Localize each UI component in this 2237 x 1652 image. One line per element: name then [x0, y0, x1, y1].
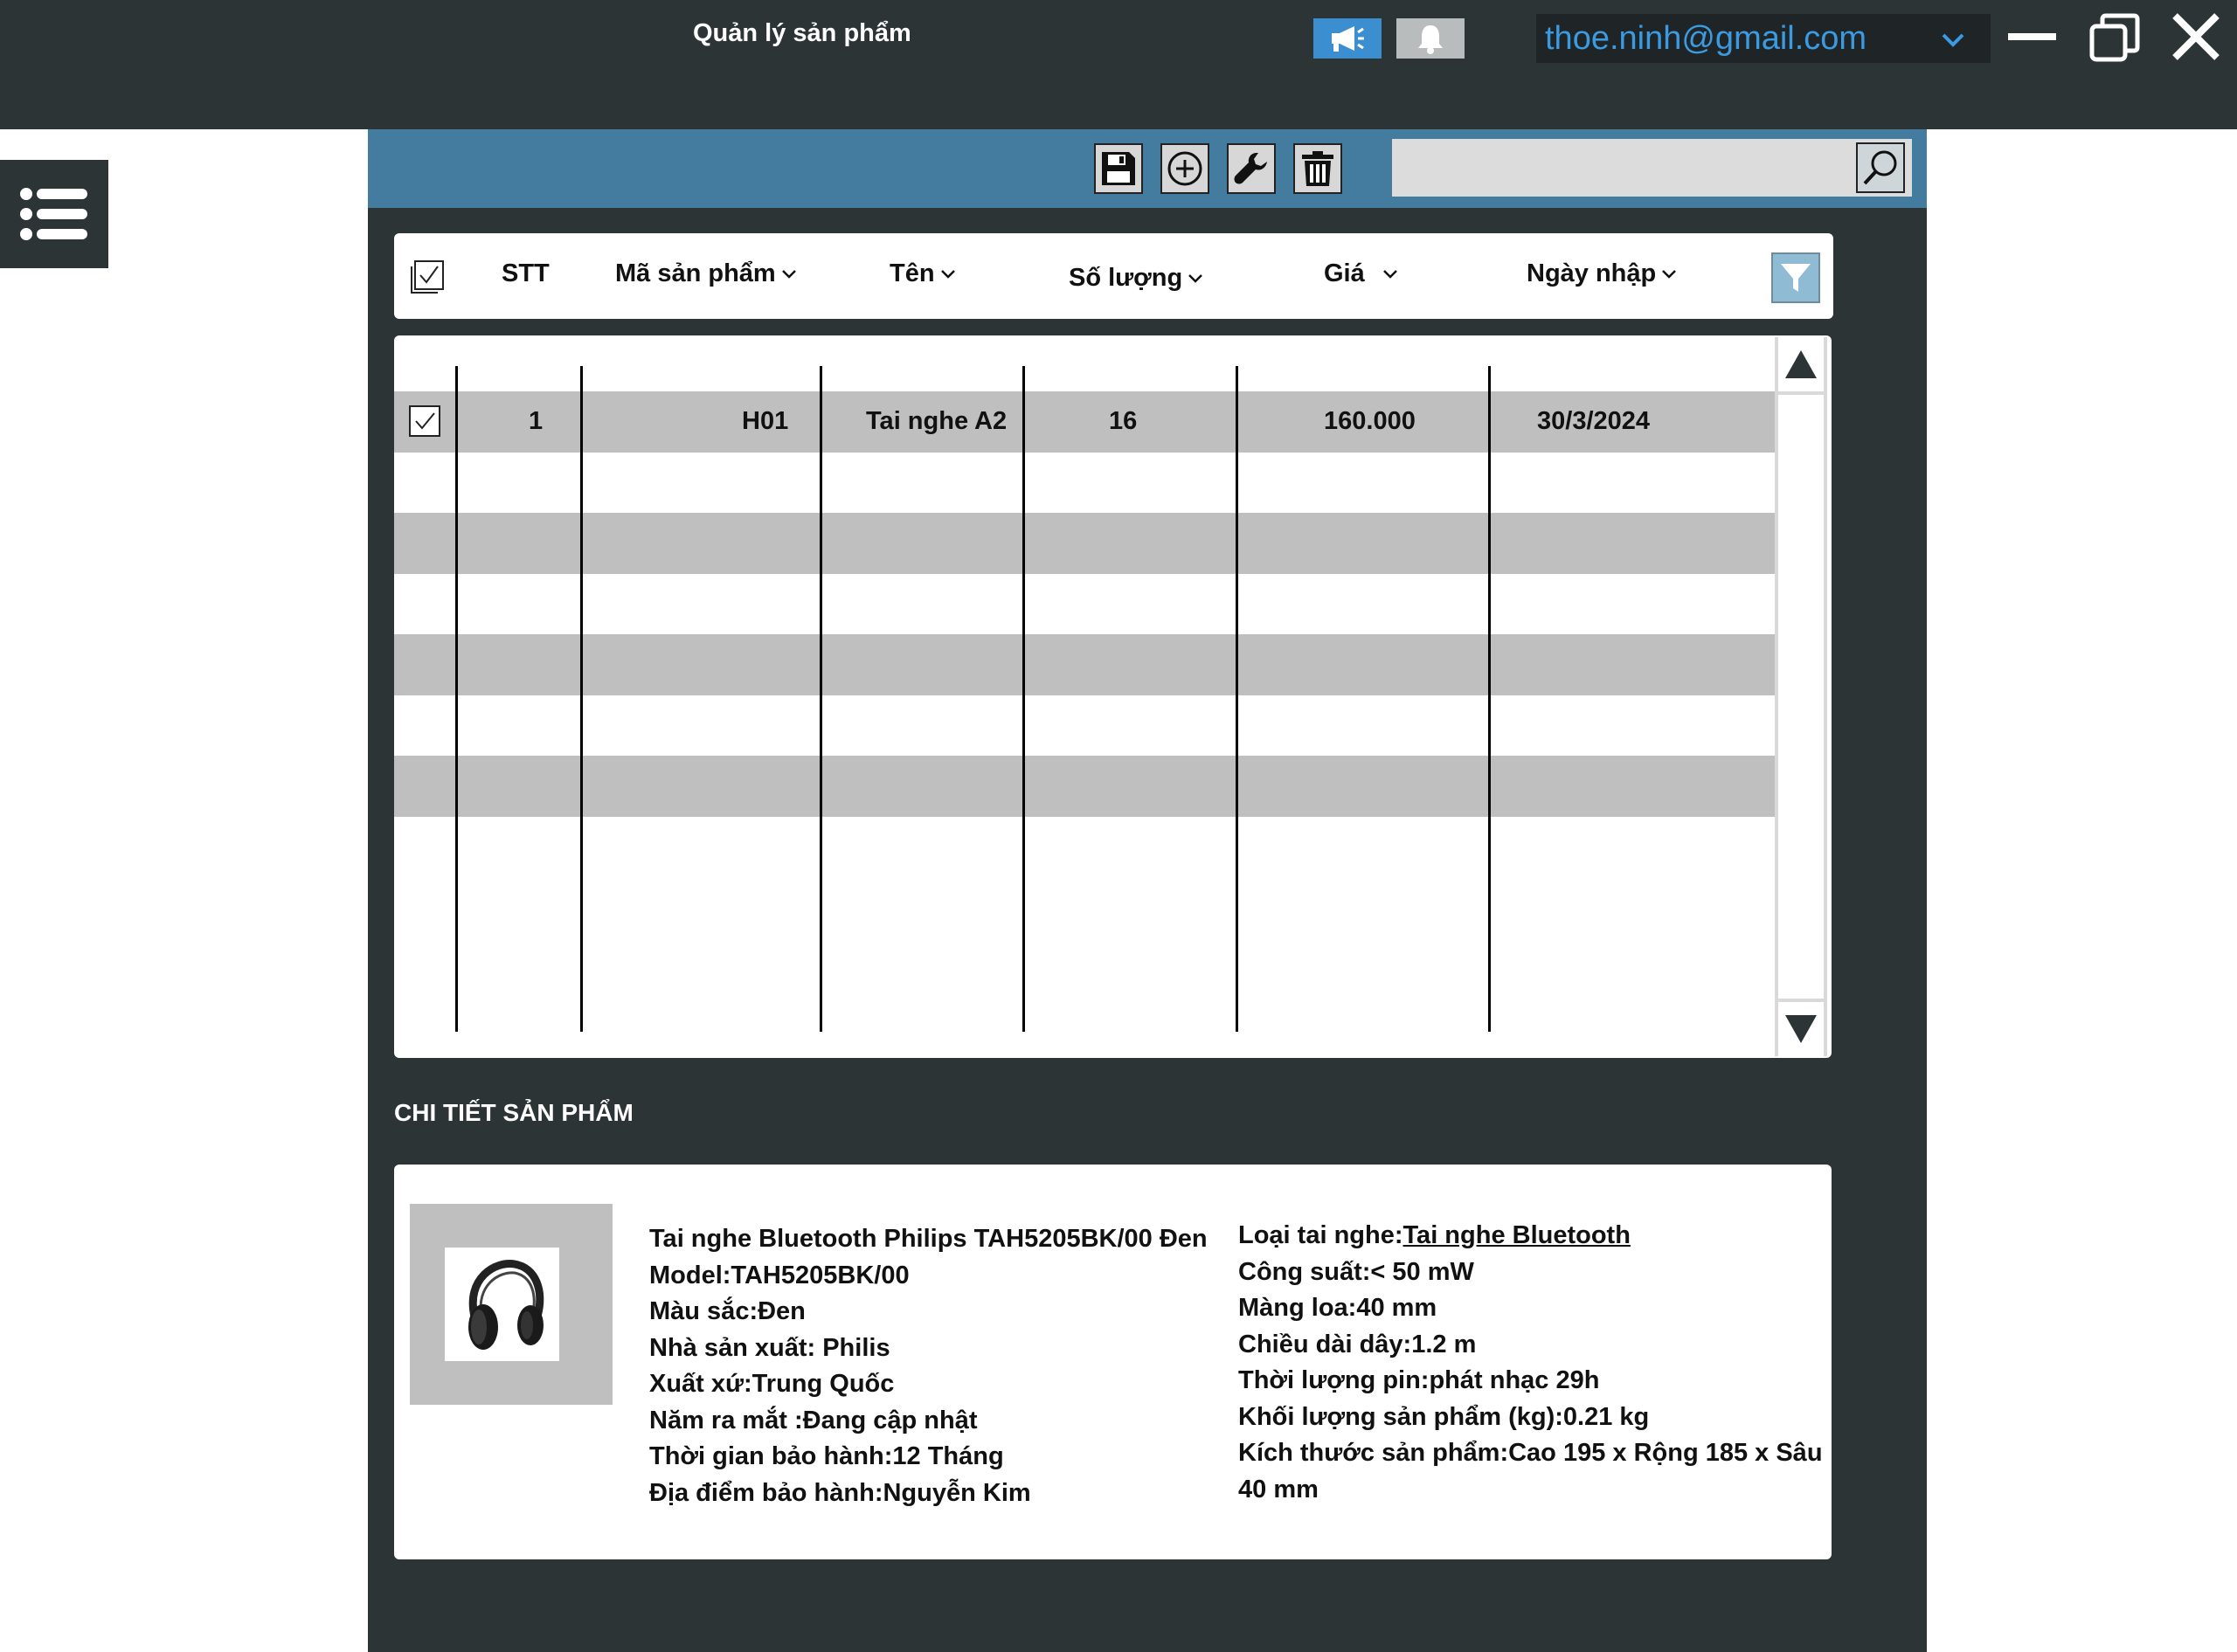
detail-section-title: CHI TIẾT SẢN PHẨM [394, 1099, 634, 1126]
spec-line-type: Loại tai nghe:Tai nghe Bluetooth [1238, 1218, 1823, 1255]
cell-stt: 1 [529, 407, 544, 435]
header-qty-label: Số lượng [1069, 264, 1183, 292]
column-divider [1488, 366, 1491, 1032]
spec-line: Năm ra mắt :Đang cập nhật [649, 1406, 978, 1434]
product-image-frame [410, 1204, 613, 1405]
headphones-icon [467, 1260, 544, 1350]
cell-price: 160.000 [1324, 407, 1416, 435]
header-stt[interactable]: STT [502, 259, 550, 288]
column-divider [455, 366, 458, 1032]
spec-line: Tai nghe Bluetooth Philips TAH5205BK/00 … [649, 1225, 1208, 1253]
row-checkbox[interactable] [408, 404, 441, 438]
title-bar: Quản lý sản phẩm thoe.ninh@gmail.com [0, 0, 2237, 129]
account-email: thoe.ninh@gmail.com [1545, 19, 1867, 57]
megaphone-icon [1332, 26, 1364, 52]
spec-line: Địa điểm bảo hành:Nguyễn Kim [649, 1478, 1031, 1507]
spec-line: Kích thước sản phẩm:Cao 195 x Rộng 185 x… [1238, 1439, 1823, 1467]
chevron-down-icon [1662, 270, 1677, 280]
save-button[interactable] [1094, 143, 1143, 194]
spec-line: 40 mm [1238, 1475, 1319, 1503]
table-row-empty [394, 634, 1797, 695]
spec-column-left: Tai nghe Bluetooth Philips TAH5205BK/00 … [649, 1221, 1208, 1511]
product-detail-card: Tai nghe Bluetooth Philips TAH5205BK/00 … [394, 1165, 1832, 1559]
toolbar [368, 129, 1927, 208]
spec-line: Màng loa:40 mm [1238, 1294, 1437, 1322]
header-date-label: Ngày nhập [1527, 259, 1657, 287]
edit-button[interactable] [1227, 143, 1276, 194]
cell-code: H01 [742, 407, 789, 435]
header-price-label: Giá [1324, 259, 1365, 287]
notification-button[interactable] [1396, 18, 1465, 59]
chevron-down-icon [1188, 274, 1203, 284]
column-divider [1236, 366, 1238, 1032]
header-price[interactable]: Giá [1324, 259, 1398, 288]
spec-type-link[interactable]: Tai nghe Bluetooth [1403, 1221, 1631, 1249]
table-header: STT Mã sản phẩm Tên Số lượng Giá Ngày nh… [394, 233, 1833, 319]
list-menu-icon [20, 188, 87, 240]
app-title: Quản lý sản phẩm [693, 19, 911, 47]
spec-line: Thời gian bảo hành:12 Tháng [649, 1442, 1004, 1470]
product-table: 1 H01 Tai nghe A2 16 160.000 30/3/2024 [394, 335, 1832, 1058]
close-icon[interactable] [2170, 10, 2222, 63]
column-divider [580, 366, 583, 1032]
spec-line: Xuất xứ:Trung Quốc [649, 1370, 895, 1398]
minimize-button[interactable] [2008, 33, 2056, 40]
table-row-empty [394, 756, 1797, 817]
spec-line: Công suất:< 50 mW [1238, 1257, 1474, 1286]
arrow-up-icon [1785, 350, 1817, 378]
column-divider [1022, 366, 1025, 1032]
chevron-down-icon [781, 270, 796, 280]
delete-button[interactable] [1293, 143, 1342, 194]
header-code-label: Mã sản phẩm [615, 259, 776, 287]
bell-icon [1418, 25, 1443, 54]
search-input[interactable] [1392, 139, 1912, 197]
add-button[interactable] [1160, 143, 1209, 194]
scroll-down-button[interactable] [1778, 999, 1824, 1056]
header-name[interactable]: Tên [890, 259, 956, 288]
trash-icon [1302, 151, 1333, 186]
chevron-down-icon [1942, 33, 1964, 47]
scroll-up-button[interactable] [1778, 337, 1824, 395]
cell-name: Tai nghe A2 [866, 407, 1008, 435]
cell-qty: 16 [1109, 407, 1138, 435]
spec-line: Nhà sản xuất: Philis [649, 1333, 890, 1362]
column-divider [820, 366, 822, 1032]
table-row-empty [394, 513, 1797, 574]
arrow-down-icon [1785, 1015, 1817, 1043]
chevron-down-icon [940, 270, 955, 280]
spec-type-label: Loại tai nghe: [1238, 1221, 1403, 1249]
select-all-checkbox[interactable] [410, 259, 445, 294]
main-panel: STT Mã sản phẩm Tên Số lượng Giá Ngày nh… [368, 129, 1927, 1652]
filter-button[interactable] [1771, 252, 1820, 303]
search-icon [1863, 150, 1897, 185]
account-dropdown[interactable]: thoe.ninh@gmail.com [1536, 14, 1991, 63]
header-name-label: Tên [890, 259, 935, 287]
search-button[interactable] [1856, 142, 1905, 193]
header-code[interactable]: Mã sản phẩm [615, 259, 797, 288]
spec-line: Chiều dài dây:1.2 m [1238, 1330, 1477, 1358]
spec-line: Màu sắc:Đen [649, 1297, 806, 1325]
spec-line: Khối lượng sản phẩm (kg):0.21 kg [1238, 1402, 1650, 1431]
menu-button[interactable] [0, 160, 108, 268]
wrench-icon [1234, 153, 1267, 184]
restore-icon[interactable] [2088, 12, 2141, 65]
floppy-disk-icon [1102, 152, 1135, 185]
filter-icon [1781, 264, 1811, 292]
spec-column-right: Loại tai nghe:Tai nghe Bluetooth Công su… [1238, 1218, 1823, 1508]
table-scrollbar[interactable] [1775, 337, 1827, 1056]
chevron-down-icon [1382, 270, 1397, 280]
header-qty[interactable]: Số lượng [1069, 264, 1203, 293]
announcement-button[interactable] [1313, 18, 1382, 59]
spec-line: Thời lượng pin:phát nhạc 29h [1238, 1366, 1600, 1394]
product-image [445, 1248, 559, 1361]
header-date[interactable]: Ngày nhập [1527, 259, 1677, 288]
plus-circle-icon [1167, 151, 1202, 186]
cell-date: 30/3/2024 [1537, 407, 1651, 435]
spec-line: Model:TAH5205BK/00 [649, 1261, 910, 1289]
